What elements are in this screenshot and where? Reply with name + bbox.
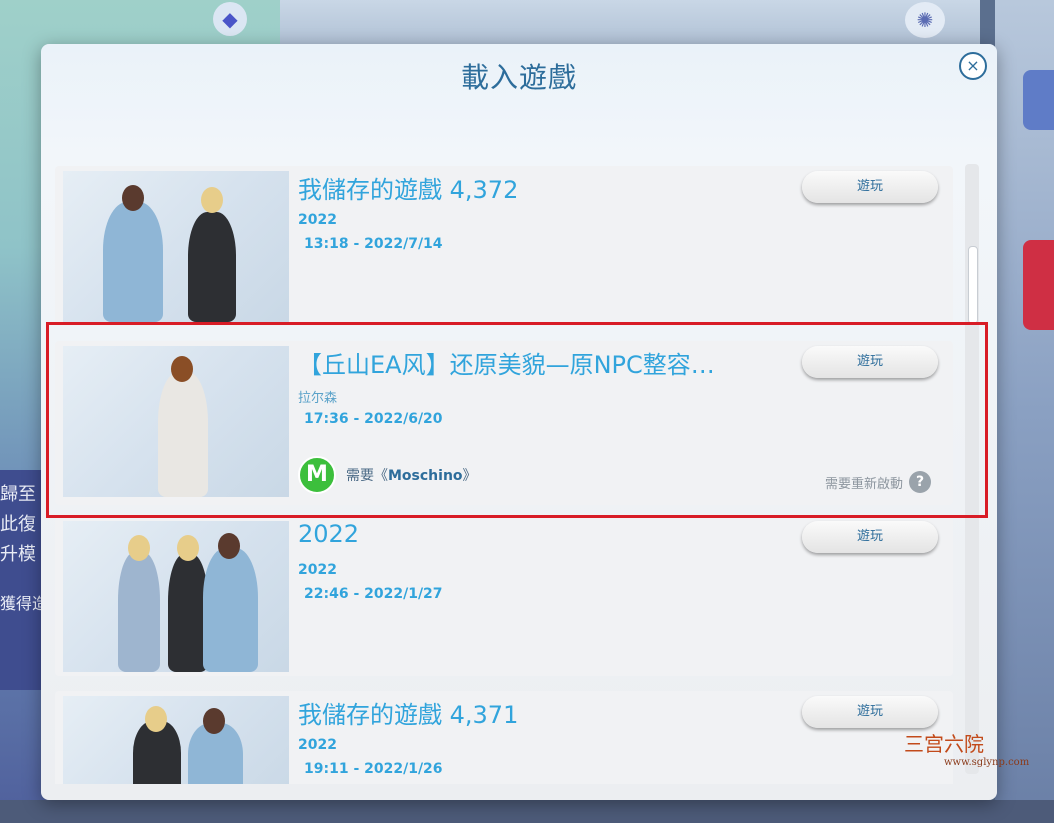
save-card[interactable]: 我儲存的遊戲 4,372 2022 13:18 - 2022/7/14 遊玩 [55, 166, 953, 326]
sim-figure [118, 552, 160, 672]
save-thumbnail [63, 521, 289, 672]
save-household: 2022 [298, 737, 337, 753]
background-bottom-bar [0, 800, 1054, 823]
save-title: 我儲存的遊戲 4,371 [298, 701, 519, 729]
close-icon[interactable]: × [959, 52, 987, 80]
sim-head [128, 535, 150, 561]
sim-figure [203, 548, 258, 672]
sim-figure [168, 554, 208, 672]
sim-head [145, 706, 167, 732]
save-title: 我儲存的遊戲 4,372 [298, 176, 519, 204]
save-card[interactable]: 2022 2022 22:46 - 2022/1/27 遊玩 [55, 516, 953, 676]
right-tab[interactable] [1023, 70, 1054, 130]
sim-figure [103, 202, 163, 322]
highlight-box [46, 322, 988, 518]
dialog-title: 載入遊戲 [460, 61, 577, 94]
sim-head [203, 708, 225, 734]
save-timestamp: 22:46 - 2022/1/27 [304, 586, 443, 602]
save-thumbnail [63, 171, 289, 322]
background-top-scene [280, 0, 980, 50]
play-button[interactable]: 遊玩 [802, 521, 938, 553]
watermark-text: 三宫六院 [904, 732, 984, 756]
background-right-scene [995, 0, 1054, 823]
save-title: 2022 [298, 520, 360, 548]
save-household: 2022 [298, 212, 337, 228]
watermark-logo: 三宫六院 www.sglynp.com [904, 728, 1030, 792]
save-household: 2022 [298, 562, 337, 578]
watermark-url: www.sglynp.com [944, 757, 1030, 768]
right-tab-shield[interactable] [1023, 240, 1054, 330]
play-button[interactable]: 遊玩 [802, 171, 938, 203]
save-timestamp: 13:18 - 2022/7/14 [304, 236, 443, 252]
save-thumbnail [63, 696, 289, 784]
play-button[interactable]: 遊玩 [802, 696, 938, 728]
sim-head [218, 533, 240, 559]
lightbulb-icon[interactable]: ✺ [905, 2, 945, 38]
gem-icon[interactable]: ◆ [213, 2, 247, 36]
sim-head [122, 185, 144, 211]
scrollbar-thumb[interactable] [968, 246, 978, 324]
save-card[interactable]: 我儲存的遊戲 4,371 2022 19:11 - 2022/1/26 遊玩 [55, 691, 953, 784]
sim-head [177, 535, 199, 561]
save-timestamp: 19:11 - 2022/1/26 [304, 761, 443, 777]
sim-figure [188, 212, 236, 322]
sim-head [201, 187, 223, 213]
